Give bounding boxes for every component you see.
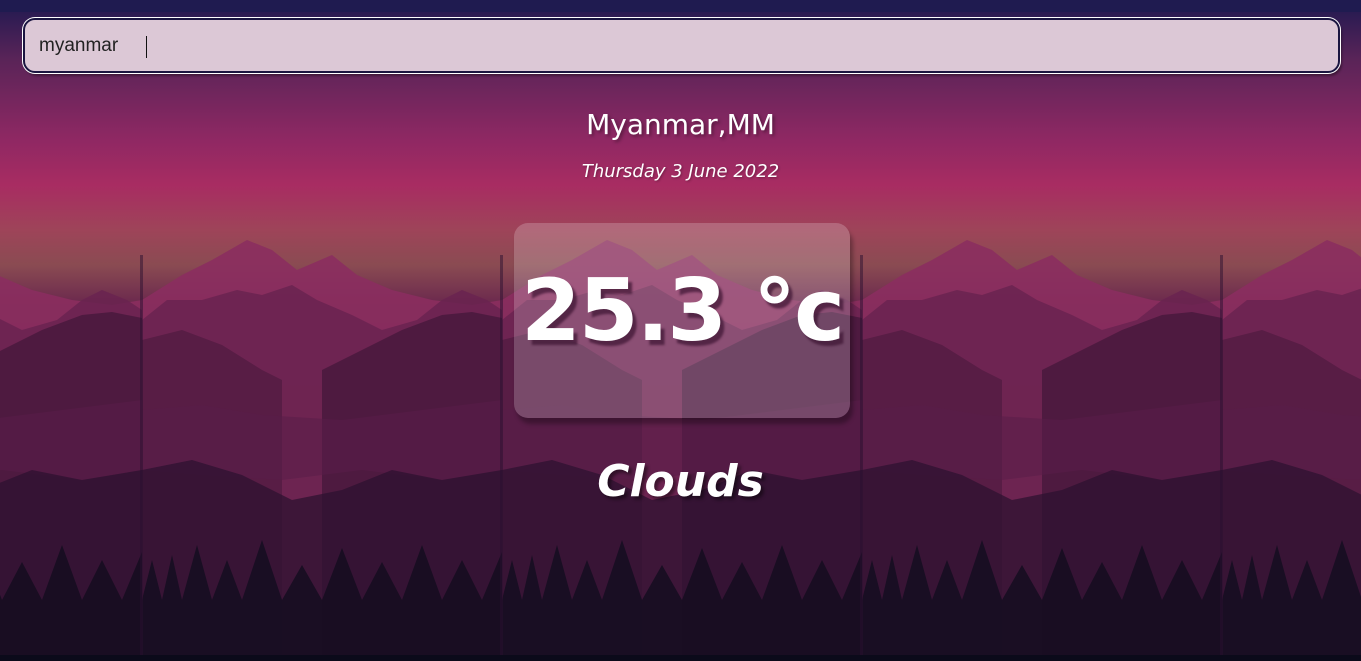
temperature-value: 25.3 °c <box>520 260 845 361</box>
text-caret <box>146 36 147 58</box>
temperature-card: 25.3 °c <box>514 223 850 418</box>
weather-condition: Clouds <box>597 456 764 507</box>
location-title: Myanmar,MM <box>586 108 775 141</box>
bottom-strip <box>0 655 1361 661</box>
search-input[interactable] <box>25 20 1338 71</box>
date-label: Thursday 3 June 2022 <box>581 161 780 182</box>
weather-app: Myanmar,MM Thursday 3 June 2022 25.3 °c … <box>0 0 1361 661</box>
search-box[interactable] <box>23 18 1340 73</box>
